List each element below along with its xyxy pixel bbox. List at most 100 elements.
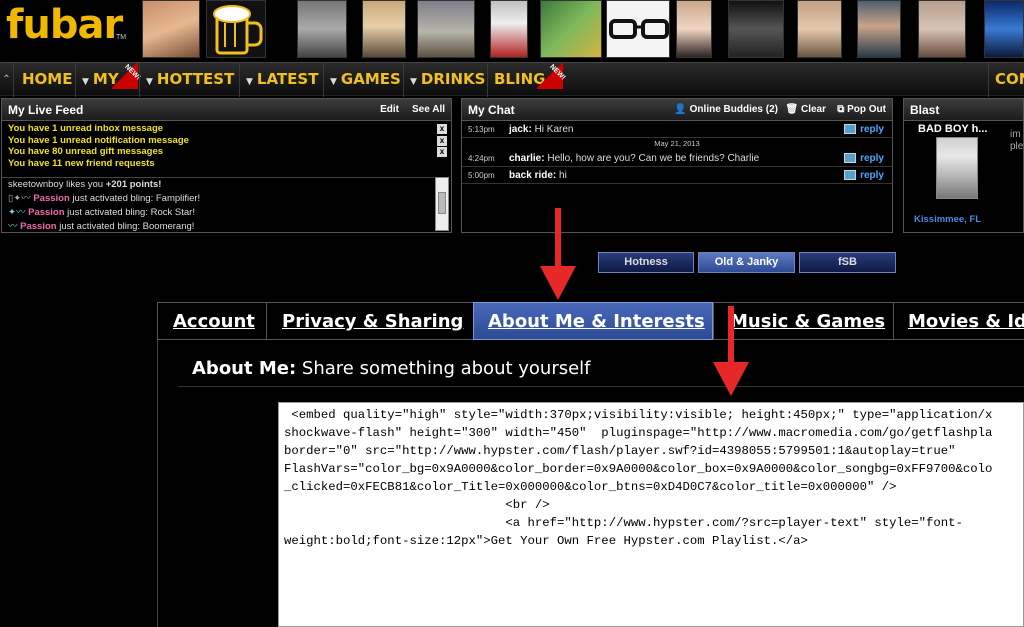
- nav-con[interactable]: CON: [988, 63, 1024, 97]
- nav-games[interactable]: ▼ GAMES: [323, 63, 402, 97]
- blast-text: im ple: [1010, 129, 1024, 152]
- feed-text: just activated bling: Boomerang!: [56, 221, 195, 232]
- nav-collapse-icon[interactable]: ⌃: [0, 63, 13, 97]
- notification-item[interactable]: You have 1 unread notification message x: [2, 135, 451, 147]
- caret-down-icon: ▼: [146, 77, 153, 87]
- nav-hottest[interactable]: ▼ HOTTEST: [139, 63, 238, 97]
- tab-movies[interactable]: Movies & Id: [893, 302, 1024, 340]
- avatar[interactable]: [417, 0, 475, 58]
- reply-button[interactable]: reply: [844, 150, 884, 167]
- chat-time: 4:24pm: [468, 154, 495, 163]
- tab-about-me-interests[interactable]: About Me & Interests: [473, 302, 713, 340]
- tab-privacy-sharing[interactable]: Privacy & Sharing: [266, 302, 473, 340]
- avatar[interactable]: [297, 0, 347, 58]
- blast-avatar[interactable]: [936, 137, 978, 199]
- blast-header: Blast: [904, 99, 1023, 121]
- scroll-thumb[interactable]: [438, 192, 446, 214]
- chat-user[interactable]: back ride: hi: [509, 167, 567, 184]
- theme-old-janky-button[interactable]: Old & Janky: [698, 252, 795, 273]
- tab-music-games[interactable]: Music & Games: [713, 302, 893, 340]
- theme-fsb-button[interactable]: fSB: [799, 252, 896, 273]
- person-icon: 👤: [674, 104, 687, 115]
- main-nav: ⌃ HOME ▼ MY NEW! ▼ HOTTEST ▼ LATEST ▼ GAMES …: [0, 62, 1024, 97]
- chat-user[interactable]: charlie: Hello, how are you? Can we be f…: [509, 150, 759, 167]
- trash-icon: 🗑: [785, 104, 799, 115]
- theme-hotness-button[interactable]: Hotness: [598, 252, 694, 273]
- nav-drinks[interactable]: ▼ DRINKS: [403, 63, 486, 97]
- notification-item[interactable]: You have 1 unread inbox message x: [2, 123, 451, 135]
- avatar[interactable]: [918, 0, 966, 58]
- dismiss-icon[interactable]: x: [437, 135, 447, 146]
- chat-message: hi: [556, 170, 567, 181]
- nav-home[interactable]: HOME: [13, 63, 74, 97]
- chat-title: My Chat: [468, 103, 515, 117]
- feed-scrollbar[interactable]: [435, 177, 449, 231]
- chat-row: 5:00pm back ride: hi reply: [462, 167, 892, 184]
- chat-time: 5:00pm: [468, 171, 495, 180]
- avatar[interactable]: [728, 0, 784, 58]
- bling-icon: ✦〰: [8, 207, 26, 218]
- feed-user[interactable]: skeetownboy: [8, 179, 63, 190]
- bling-icon: 〰: [8, 221, 18, 232]
- bling-icon: ▯✦〰: [8, 193, 31, 204]
- feed-user[interactable]: Passion: [28, 207, 64, 218]
- nav-latest[interactable]: ▼ LATEST: [239, 63, 322, 97]
- avatar[interactable]: [362, 0, 406, 58]
- chat-date-separator: May 21, 2013: [654, 139, 700, 148]
- dismiss-icon[interactable]: x: [437, 124, 447, 134]
- caret-down-icon: ▼: [82, 77, 89, 87]
- fubar-logo[interactable]: fubar: [6, 2, 123, 48]
- feed-points: +201 points!: [105, 179, 162, 190]
- live-feed-title: My Live Feed: [8, 103, 84, 117]
- chat-user[interactable]: jack: Hi Karen: [509, 121, 573, 138]
- dismiss-icon[interactable]: x: [437, 147, 447, 157]
- edit-link[interactable]: Edit: [380, 99, 399, 121]
- online-buddies-link[interactable]: 👤 Online Buddies (2): [674, 99, 778, 121]
- feed-user[interactable]: Passion: [33, 193, 69, 204]
- chat-header: My Chat 👤 Online Buddies (2) 🗑 Clear ⧉ P…: [462, 99, 892, 121]
- tab-account[interactable]: Account: [157, 302, 266, 340]
- blast-location[interactable]: Kissimmee, FL: [914, 214, 981, 225]
- avatar[interactable]: [676, 0, 712, 58]
- about-subtitle: Share something about yourself: [296, 358, 591, 379]
- feed-user[interactable]: Passion: [20, 221, 56, 232]
- live-feed-header: My Live Feed Edit See All: [2, 99, 451, 121]
- avatar[interactable]: [797, 0, 842, 58]
- clear-link[interactable]: 🗑 Clear: [786, 99, 827, 121]
- chat-time: 5:13pm: [468, 125, 495, 134]
- top-banner: fubar TM: [0, 0, 1024, 62]
- beer-mug-icon[interactable]: [206, 0, 266, 58]
- blast-user-name[interactable]: BAD BOY h...: [918, 123, 987, 135]
- feed-text: likes you: [63, 179, 106, 190]
- feed-text: just activated bling: Rock Star!: [64, 207, 195, 218]
- pop-out-icon: ⧉: [837, 104, 845, 115]
- logo-trademark: TM: [116, 34, 127, 41]
- reply-icon: [844, 153, 857, 164]
- caret-down-icon: ▼: [410, 77, 417, 87]
- avatar[interactable]: [984, 0, 1024, 58]
- see-all-link[interactable]: See All: [412, 99, 445, 121]
- chat-panel: My Chat 👤 Online Buddies (2) 🗑 Clear ⧉ P…: [461, 98, 893, 233]
- pop-out-link[interactable]: ⧉ Pop Out: [837, 99, 886, 121]
- notification-item[interactable]: You have 80 unread gift messages x: [2, 146, 451, 158]
- about-me-textarea[interactable]: <embed quality="high" style="width:370px…: [278, 402, 1024, 627]
- avatar[interactable]: [142, 0, 200, 58]
- caret-down-icon: ▼: [246, 77, 253, 87]
- list-item: 〰 Passion just activated bling: Boomeran…: [2, 220, 434, 233]
- reply-button[interactable]: reply: [844, 121, 884, 138]
- feed-activity-list: skeetownboy likes you +201 points! ▯✦〰 P…: [2, 177, 434, 233]
- avatar-glasses-icon[interactable]: [606, 0, 670, 58]
- live-feed-panel: My Live Feed Edit See All You have 1 unr…: [1, 98, 452, 233]
- notification-list: You have 1 unread inbox message x You hav…: [2, 121, 451, 169]
- chat-message: Hi Karen: [531, 124, 574, 135]
- reply-button[interactable]: reply: [844, 167, 884, 184]
- about-label: About Me:: [192, 358, 297, 379]
- notification-item[interactable]: You have 11 new friend requests: [2, 158, 451, 170]
- feed-text: just activated bling: Famplifier!: [69, 193, 201, 204]
- list-item: ▯✦〰 Passion just activated bling: Fampli…: [2, 192, 434, 206]
- avatar[interactable]: [857, 0, 901, 58]
- reply-icon: [844, 170, 857, 181]
- avatar[interactable]: [540, 0, 602, 58]
- avatar[interactable]: [490, 0, 528, 58]
- caret-down-icon: ▼: [330, 77, 337, 87]
